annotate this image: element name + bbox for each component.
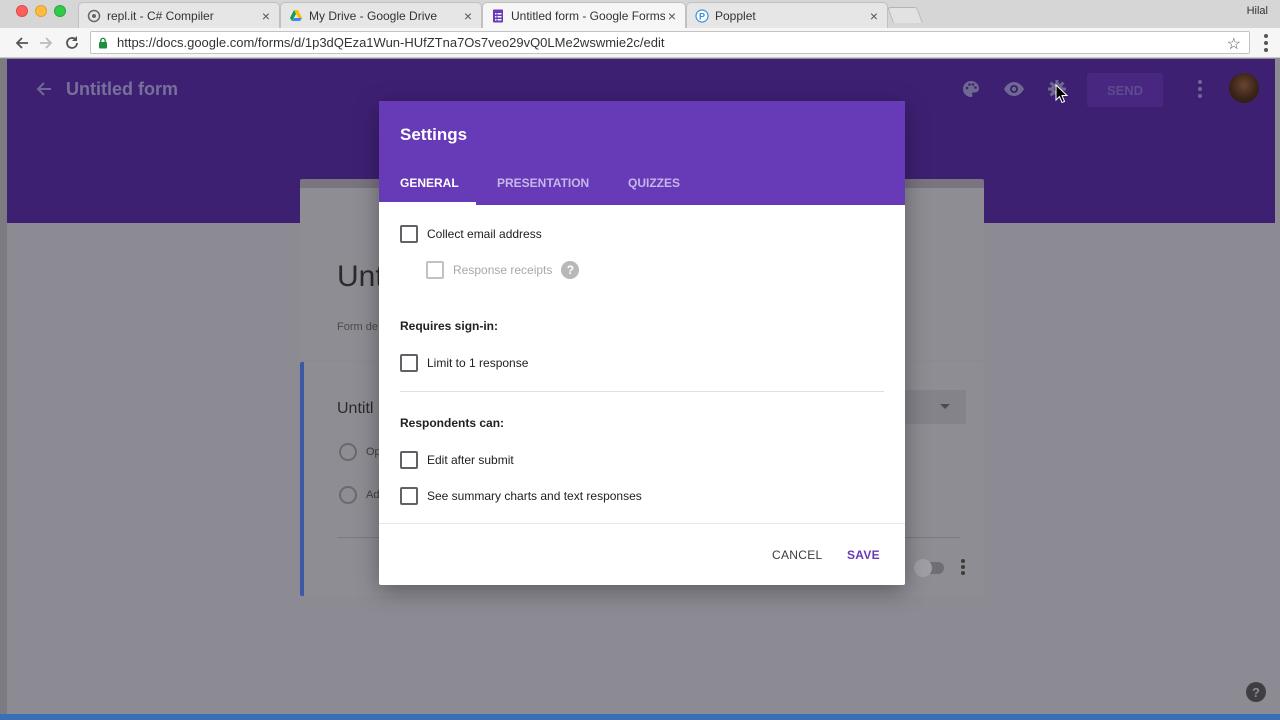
- form-title[interactable]: Unt: [337, 260, 384, 294]
- response-receipts-row: Response receipts ?: [426, 261, 580, 279]
- form-name[interactable]: Untitled form: [66, 79, 178, 100]
- form-description[interactable]: Form de: [337, 321, 378, 333]
- save-button[interactable]: SAVE: [847, 548, 880, 562]
- tab-close-icon[interactable]: ×: [461, 8, 475, 24]
- dialog-title: Settings: [400, 125, 468, 144]
- chevron-down-icon: [940, 404, 950, 409]
- more-options-icon[interactable]: [1198, 80, 1202, 98]
- dock-strip: [0, 714, 1280, 720]
- question-title[interactable]: Untitl: [337, 400, 373, 418]
- add-option-label[interactable]: Ad: [366, 489, 379, 501]
- radio-option-icon: [339, 443, 357, 461]
- preview-eye-icon[interactable]: [1002, 77, 1026, 101]
- reload-icon[interactable]: [61, 32, 83, 54]
- google-forms-icon: [491, 9, 505, 23]
- window-close-button[interactable]: [16, 5, 28, 17]
- browser-tab-replit[interactable]: repl.it - C# Compiler ×: [78, 2, 280, 28]
- mouse-cursor-icon: [1055, 84, 1069, 104]
- popplet-icon: P: [695, 8, 709, 23]
- back-arrow-icon[interactable]: [11, 32, 33, 54]
- see-summary-row[interactable]: See summary charts and text responses: [400, 487, 642, 505]
- new-tab-button[interactable]: [887, 7, 923, 23]
- left-edge-strip: [0, 59, 7, 720]
- tab-close-icon[interactable]: ×: [867, 8, 881, 24]
- response-receipts-label: Response receipts: [453, 263, 553, 277]
- requires-signin-heading: Requires sign-in:: [400, 319, 499, 333]
- section-divider: [400, 391, 884, 392]
- back-arrow-icon[interactable]: [33, 78, 55, 100]
- help-icon[interactable]: ?: [1246, 682, 1266, 702]
- see-summary-label: See summary charts and text responses: [427, 489, 642, 503]
- browser-tab-popplet[interactable]: P Popplet ×: [686, 2, 888, 28]
- palette-icon[interactable]: [959, 77, 983, 101]
- question-more-icon[interactable]: [961, 559, 965, 577]
- cancel-button[interactable]: CANCEL: [772, 548, 822, 562]
- dialog-header: Settings GENERAL PRESENTATION QUIZZES: [379, 101, 905, 205]
- see-summary-checkbox[interactable]: [400, 487, 418, 505]
- help-question-icon[interactable]: ?: [561, 261, 580, 279]
- tab-close-icon[interactable]: ×: [259, 8, 273, 24]
- avatar[interactable]: [1229, 73, 1259, 103]
- settings-dialog: Settings GENERAL PRESENTATION QUIZZES Co…: [379, 101, 905, 585]
- tab-title: Untitled form - Google Forms: [511, 9, 665, 23]
- edit-after-submit-row[interactable]: Edit after submit: [400, 451, 514, 469]
- tab-title: Popplet: [715, 8, 756, 23]
- url-text: https://docs.google.com/forms/d/1p3dQEza…: [117, 35, 665, 50]
- tab-general[interactable]: GENERAL: [400, 176, 459, 190]
- secure-lock-icon: [99, 37, 107, 48]
- respondents-can-heading: Respondents can:: [400, 416, 505, 430]
- window-minimize-button[interactable]: [35, 5, 47, 17]
- google-drive-icon: [289, 9, 303, 23]
- active-tab-indicator: [379, 202, 476, 205]
- tab-presentation[interactable]: PRESENTATION: [497, 176, 589, 190]
- tab-quizzes[interactable]: QUIZZES: [628, 176, 680, 190]
- bookmark-star-icon[interactable]: ☆: [1227, 34, 1241, 54]
- question-type-dropdown[interactable]: [904, 390, 966, 424]
- browser-tab-bar: repl.it - C# Compiler × My Drive - Googl…: [0, 0, 1280, 29]
- window-zoom-button[interactable]: [54, 5, 66, 17]
- limit-one-response-label: Limit to 1 response: [427, 356, 529, 370]
- tab-title: My Drive - Google Drive: [309, 8, 438, 23]
- tab-close-icon[interactable]: ×: [665, 8, 679, 24]
- edit-after-submit-label: Edit after submit: [427, 453, 514, 467]
- required-toggle[interactable]: [914, 559, 944, 577]
- browser-toolbar: https://docs.google.com/forms/d/1p3dQEza…: [0, 28, 1280, 58]
- browser-tab-google-drive[interactable]: My Drive - Google Drive ×: [280, 2, 482, 28]
- collect-email-label: Collect email address: [427, 227, 542, 241]
- dialog-footer-divider: [379, 523, 905, 524]
- browser-tab-google-forms[interactable]: Untitled form - Google Forms ×: [482, 2, 686, 29]
- radio-option-icon: [339, 486, 357, 504]
- edit-after-submit-checkbox[interactable]: [400, 451, 418, 469]
- replit-icon: [87, 9, 101, 23]
- svg-text:P: P: [699, 11, 705, 21]
- address-bar[interactable]: https://docs.google.com/forms/d/1p3dQEza…: [90, 31, 1250, 54]
- browser-menu-icon[interactable]: [1264, 34, 1268, 52]
- limit-one-response-row[interactable]: Limit to 1 response: [400, 354, 528, 372]
- tab-title: repl.it - C# Compiler: [107, 8, 214, 23]
- collect-email-row[interactable]: Collect email address: [400, 225, 542, 243]
- send-button[interactable]: SEND: [1087, 73, 1163, 107]
- collect-email-checkbox[interactable]: [400, 225, 418, 243]
- forward-arrow-icon[interactable]: [35, 32, 57, 54]
- response-receipts-checkbox: [426, 261, 444, 279]
- limit-one-response-checkbox[interactable]: [400, 354, 418, 372]
- browser-profile-name[interactable]: Hilal: [1247, 5, 1268, 17]
